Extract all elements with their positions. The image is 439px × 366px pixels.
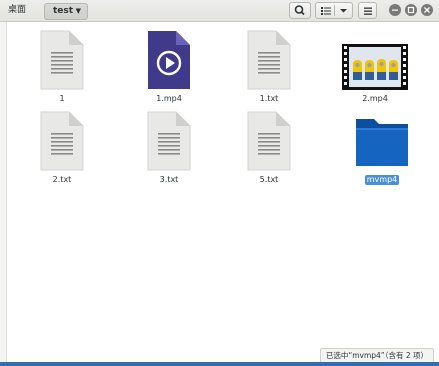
folder-icon <box>356 119 408 166</box>
menu-button[interactable] <box>358 2 377 19</box>
breadcrumb-current[interactable]: test ▼ <box>44 3 88 20</box>
text-file-icon <box>247 111 291 171</box>
breadcrumb-current-label: test <box>53 6 74 16</box>
file-name: 2.txt <box>52 175 72 184</box>
file-name: 5.txt <box>259 175 279 184</box>
search-icon <box>294 5 305 16</box>
text-file-icon <box>147 111 191 171</box>
breadcrumb-desktop-label: 桌面 <box>8 5 27 15</box>
close-icon <box>424 7 430 13</box>
sidebar-edge <box>0 22 7 362</box>
video-thumbnail-icon <box>342 44 408 90</box>
list-view-icon <box>321 7 331 15</box>
view-button-divider <box>334 5 335 16</box>
status-text: 已选中“mvmp4”（含有 2 项） <box>325 351 428 360</box>
file-name: 3.txt <box>159 175 179 184</box>
minimize-icon <box>392 9 398 11</box>
text-file-icon <box>40 111 84 171</box>
file-name: 1.mp4 <box>156 94 182 103</box>
file-item-2-mp4[interactable]: 2.mp4 <box>336 30 414 104</box>
video-file-icon <box>148 31 190 89</box>
chevron-down-icon: ▼ <box>75 7 81 15</box>
status-bar: 已选中“mvmp4”（含有 2 项） <box>319 348 434 363</box>
file-item-3-txt[interactable]: 3.txt <box>130 111 208 185</box>
file-name: 1.txt <box>259 94 279 103</box>
chevron-down-icon[interactable] <box>339 8 348 14</box>
file-item-2-txt[interactable]: 2.txt <box>23 111 101 185</box>
close-button[interactable] <box>421 4 433 16</box>
text-file-icon <box>247 30 291 90</box>
maximize-icon <box>407 6 415 14</box>
file-item-1-mp4[interactable]: 1.mp4 <box>130 30 208 104</box>
file-item-1-txt[interactable]: 1.txt <box>230 30 308 104</box>
breadcrumb-desktop[interactable]: 桌面 <box>6 3 40 18</box>
file-name: 1 <box>59 94 65 103</box>
text-file-icon <box>40 30 84 90</box>
bottom-taskbar-edge <box>0 362 439 366</box>
search-button[interactable] <box>289 2 311 19</box>
view-options-button[interactable] <box>315 2 353 19</box>
minimize-button[interactable] <box>389 4 401 16</box>
file-item-1[interactable]: 1 <box>23 30 101 104</box>
file-name: 2.mp4 <box>362 94 388 103</box>
file-item-5-txt[interactable]: 5.txt <box>230 111 308 185</box>
toolbar: 桌面 test ▼ <box>0 0 439 22</box>
hamburger-icon <box>364 7 372 15</box>
folder-name: mvmp4 <box>364 175 400 185</box>
folder-item-mvmp4[interactable]: mvmp4 <box>343 111 421 185</box>
maximize-button[interactable] <box>405 4 417 16</box>
